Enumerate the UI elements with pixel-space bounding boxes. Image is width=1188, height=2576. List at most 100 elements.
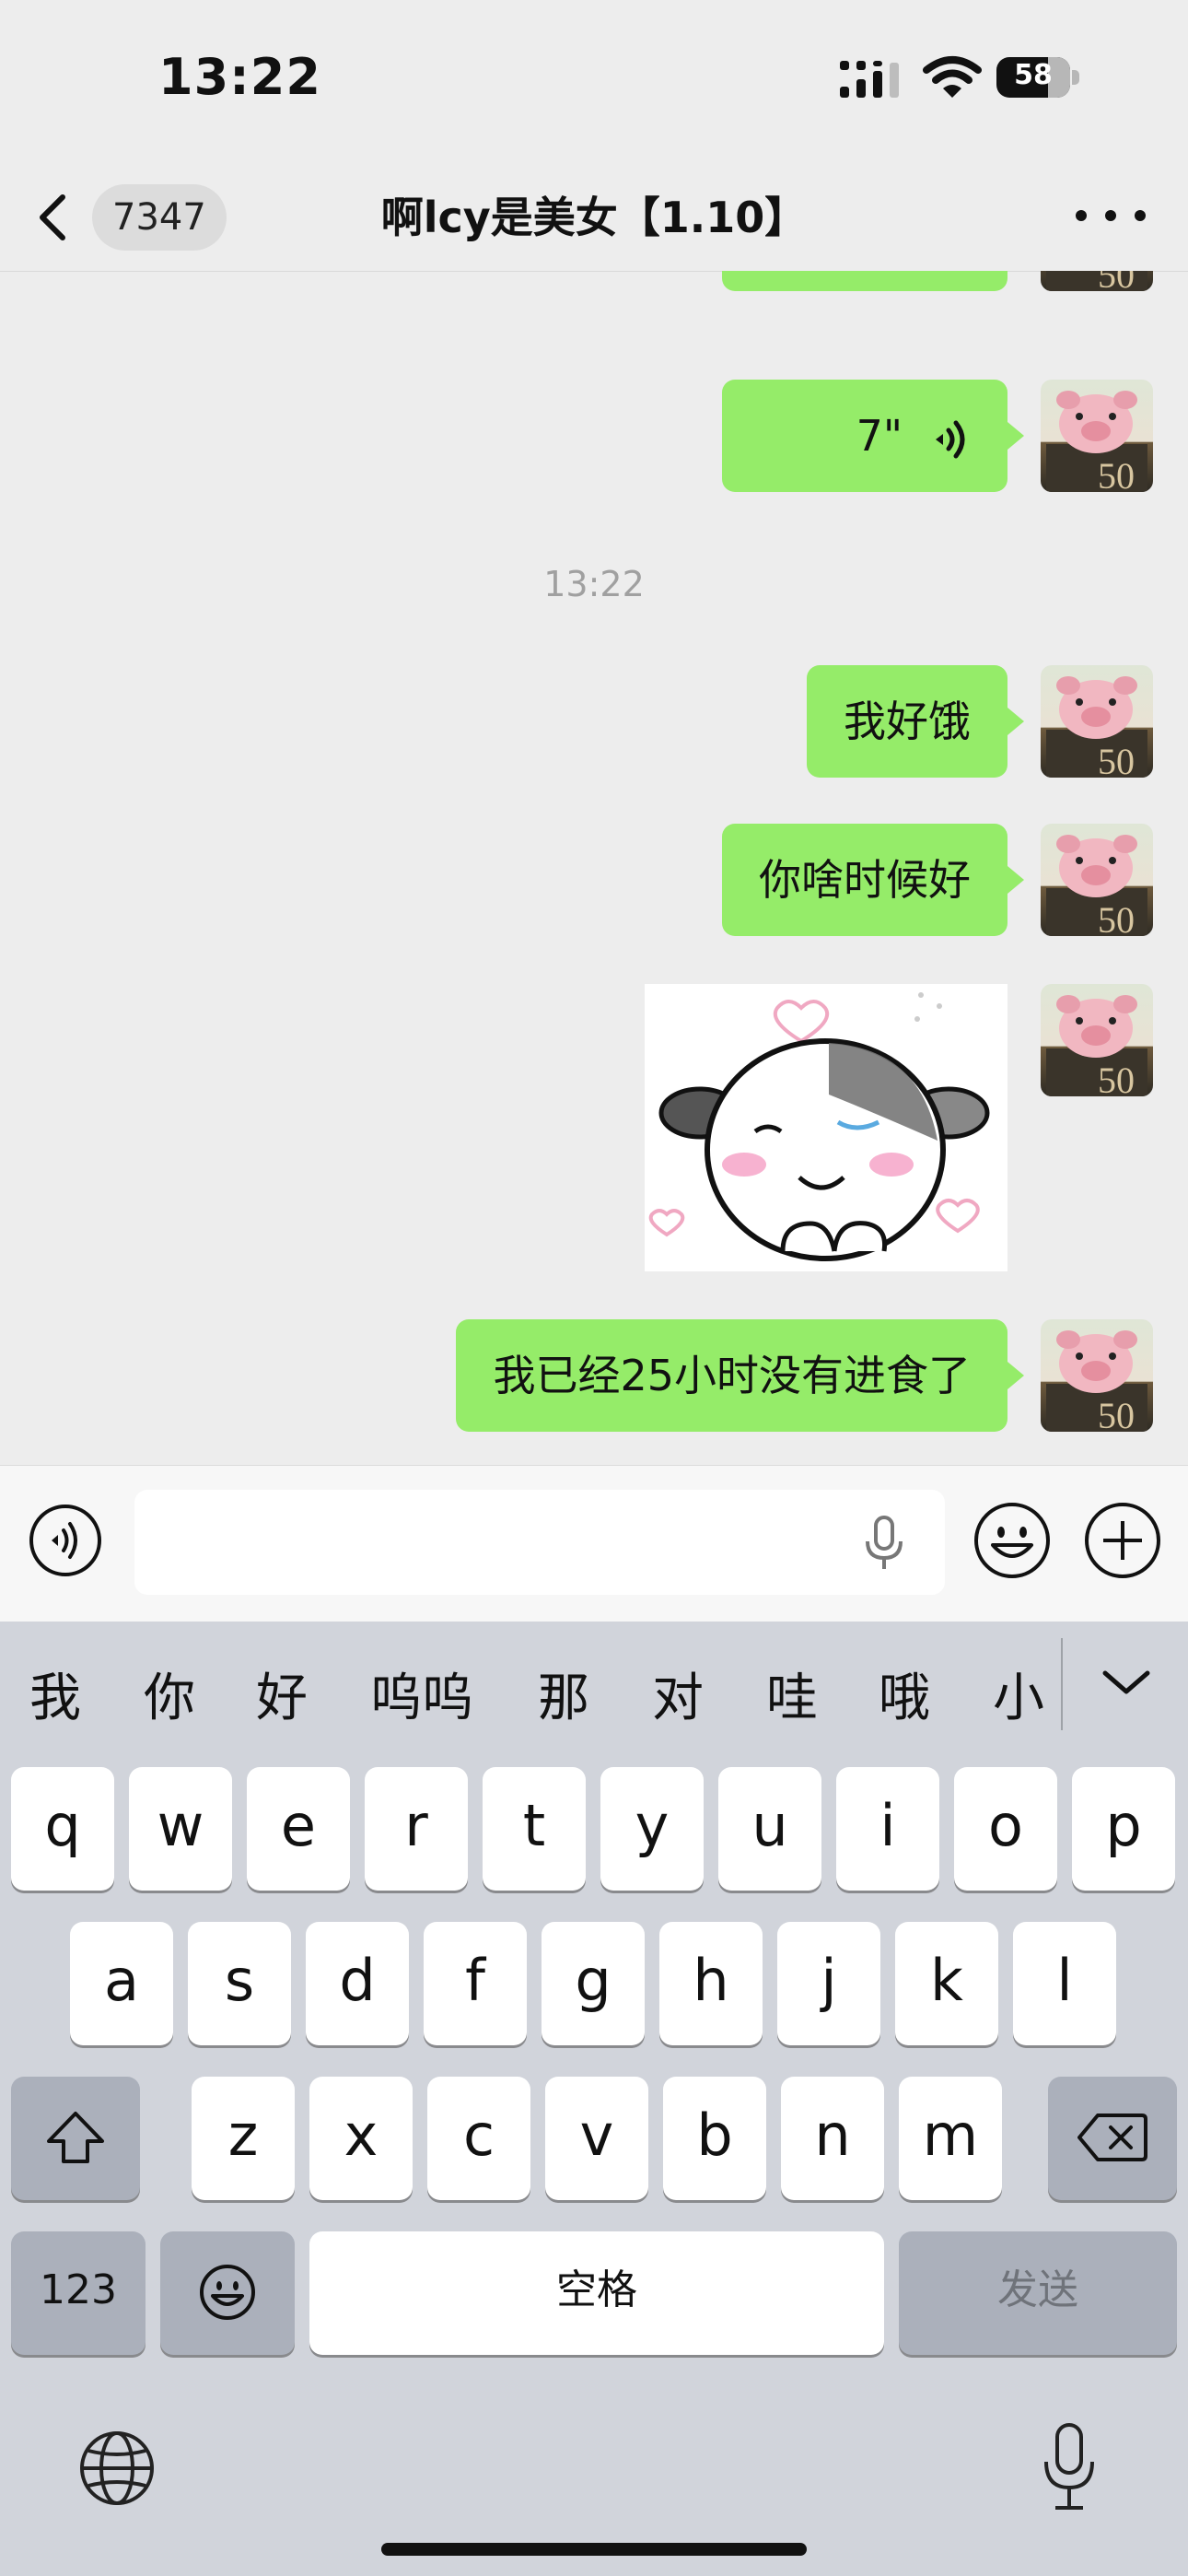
pig-avatar-image: 50: [1046, 1330, 1147, 1432]
voice-duration: 7": [856, 411, 903, 461]
status-time: 13:22: [158, 48, 321, 106]
shift-icon: [47, 2112, 104, 2163]
unread-count-badge: 7347: [92, 184, 227, 251]
message-input[interactable]: [134, 1490, 945, 1595]
message-text: 你啥时候好: [759, 855, 971, 905]
avatar[interactable]: 50: [1041, 1319, 1153, 1432]
globe-icon[interactable]: [76, 2427, 158, 2510]
chat-header: 啊lcy是美女【1.10】 7347: [0, 157, 1188, 272]
key-d[interactable]: d: [306, 1922, 409, 2045]
more-options-icon[interactable]: [1076, 197, 1146, 234]
candidate-bar: 我 你 好 呜呜 那 对 哇 哦 小: [0, 1622, 1188, 1760]
message-text: 我好饿: [844, 697, 971, 746]
key-s[interactable]: s: [188, 1922, 291, 2045]
dictation-microphone-icon[interactable]: [1037, 2421, 1101, 2513]
key-v[interactable]: v: [545, 2077, 648, 2200]
status-bar: 13:22 58: [0, 0, 1188, 157]
svg-text:50: 50: [1098, 899, 1135, 936]
key-p[interactable]: p: [1072, 1767, 1175, 1891]
svg-text:50: 50: [1098, 1395, 1135, 1432]
key-k[interactable]: k: [895, 1922, 998, 2045]
message-timestamp: 13:22: [543, 564, 645, 604]
pig-avatar-image: 50: [1046, 391, 1147, 492]
key-o[interactable]: o: [954, 1767, 1057, 1891]
key-b[interactable]: b: [663, 2077, 766, 2200]
key-x[interactable]: x: [309, 2077, 413, 2200]
avatar[interactable]: 50: [1041, 824, 1153, 936]
keyboard: 我 你 好 呜呜 那 对 哇 哦 小 q w e r t y u i o p a…: [0, 1622, 1188, 2576]
emoji-key[interactable]: [160, 2231, 295, 2355]
key-h[interactable]: h: [659, 1922, 763, 2045]
numbers-key[interactable]: 123: [11, 2231, 146, 2355]
key-c[interactable]: c: [427, 2077, 530, 2200]
candidate-word[interactable]: 哦: [879, 1657, 930, 1731]
text-message-bubble[interactable]: 你啥时候好: [722, 824, 1024, 936]
key-i[interactable]: i: [836, 1767, 939, 1891]
pig-avatar-image: 50: [1046, 271, 1147, 291]
svg-text:50: 50: [1098, 1060, 1135, 1096]
chevron-down-icon[interactable]: [1094, 1655, 1159, 1710]
emoji-icon[interactable]: [973, 1501, 1052, 1580]
key-u[interactable]: u: [718, 1767, 821, 1891]
key-n[interactable]: n: [781, 2077, 884, 2200]
battery-icon: 58: [996, 57, 1081, 98]
key-m[interactable]: m: [899, 2077, 1002, 2200]
space-key[interactable]: 空格: [309, 2231, 884, 2355]
message-text: 我已经25小时没有进食了: [493, 1351, 971, 1400]
candidate-word[interactable]: 你: [144, 1657, 195, 1731]
text-message-bubble[interactable]: 我已经25小时没有进食了: [456, 1319, 1024, 1432]
candidate-word[interactable]: 小: [993, 1657, 1044, 1731]
shift-key[interactable]: [11, 2077, 140, 2200]
message-list[interactable]: 6" 50 7" 50 13:22 我好饿: [0, 271, 1188, 1465]
candidate-word[interactable]: 呜呜: [370, 1657, 473, 1731]
battery-level: 58: [1014, 59, 1053, 91]
key-z[interactable]: z: [192, 2077, 295, 2200]
chat-input-bar: [0, 1465, 1188, 1622]
voice-message-bubble[interactable]: 7": [722, 380, 1024, 492]
candidate-word[interactable]: 我: [29, 1657, 81, 1731]
candidate-divider: [1061, 1638, 1063, 1730]
chevron-left-icon: [40, 194, 65, 240]
send-key[interactable]: 发送: [899, 2231, 1177, 2355]
key-f[interactable]: f: [424, 1922, 527, 2045]
candidate-word[interactable]: 那: [538, 1657, 589, 1731]
sticker-image[interactable]: [645, 984, 1007, 1271]
candidate-word[interactable]: 哇: [766, 1657, 818, 1731]
cellular-signal-icon: [840, 61, 899, 98]
key-q[interactable]: q: [11, 1767, 114, 1891]
candidate-word[interactable]: 对: [652, 1657, 704, 1731]
avatar[interactable]: 50: [1041, 271, 1153, 291]
add-attachment-icon[interactable]: [1083, 1501, 1162, 1580]
key-j[interactable]: j: [777, 1922, 880, 2045]
avatar[interactable]: 50: [1041, 984, 1153, 1096]
key-a[interactable]: a: [70, 1922, 173, 2045]
svg-text:50: 50: [1098, 455, 1135, 492]
backspace-icon: [1077, 2113, 1147, 2161]
svg-text:50: 50: [1098, 741, 1135, 778]
voice-wave-icon: [936, 420, 965, 458]
pig-avatar-image: 50: [1046, 995, 1147, 1096]
key-w[interactable]: w: [129, 1767, 232, 1891]
key-t[interactable]: t: [483, 1767, 586, 1891]
avatar[interactable]: 50: [1041, 380, 1153, 492]
wifi-icon: [923, 56, 982, 98]
key-r[interactable]: r: [365, 1767, 468, 1891]
microphone-icon[interactable]: [860, 1516, 908, 1571]
pig-avatar-image: 50: [1046, 835, 1147, 936]
emoji-face-icon: [200, 2265, 255, 2320]
voice-message-bubble[interactable]: 6": [722, 271, 1007, 291]
svg-text:50: 50: [1098, 271, 1135, 291]
key-g[interactable]: g: [542, 1922, 645, 2045]
key-y[interactable]: y: [600, 1767, 704, 1891]
home-indicator[interactable]: [381, 2543, 807, 2556]
pig-avatar-image: 50: [1046, 676, 1147, 778]
voice-input-toggle-icon[interactable]: [28, 1503, 103, 1578]
key-l[interactable]: l: [1013, 1922, 1116, 2045]
cute-dog-sticker-icon: [648, 992, 990, 1261]
text-message-bubble[interactable]: 我好饿: [807, 665, 1024, 778]
avatar[interactable]: 50: [1041, 665, 1153, 778]
key-e[interactable]: e: [247, 1767, 350, 1891]
back-button[interactable]: 7347: [35, 184, 227, 251]
candidate-word[interactable]: 好: [256, 1657, 308, 1731]
backspace-key[interactable]: [1048, 2077, 1177, 2200]
